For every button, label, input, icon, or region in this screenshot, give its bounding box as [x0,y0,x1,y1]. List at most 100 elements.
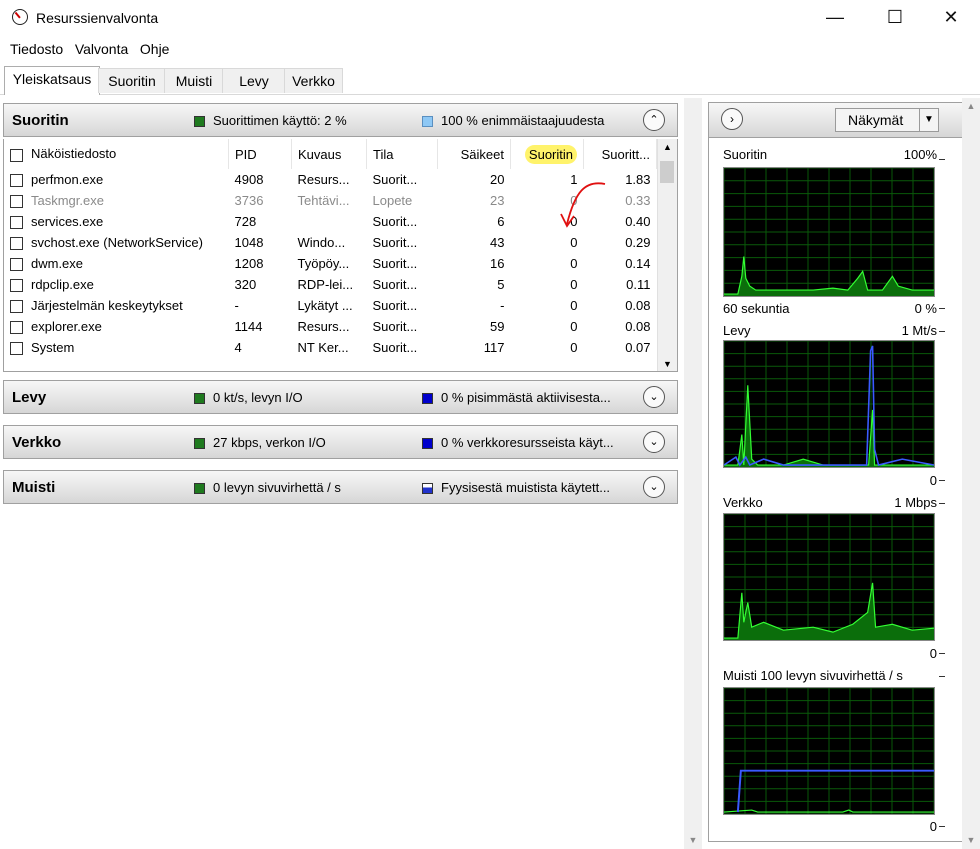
graphs-header: › Näkymät ▼ [709,103,963,138]
cell-status: Suorit... [372,277,418,292]
scroll-down-arrow-icon[interactable]: ▼ [658,356,677,371]
row-checkbox[interactable] [10,216,23,230]
column-header-description[interactable]: Kuvaus [291,139,367,169]
select-all-checkbox[interactable] [10,148,23,162]
row-checkbox[interactable] [10,258,23,272]
cell-avg-cpu: 0.14 [625,256,651,271]
column-header-avg-cpu[interactable]: Suoritt... [583,139,657,169]
cell-avg-cpu: 0.07 [625,340,651,355]
network-section-header[interactable]: Verkko 27 kbps, verkon I/O 0 % verkkores… [3,425,678,459]
cell-description: Resurs... [297,172,350,187]
cell-description: NT Ker... [297,340,349,355]
network-graph-max: 1 Mbps [894,495,937,510]
column-header-status[interactable]: Tila [366,139,438,169]
tab-cpu[interactable]: Suoritin [98,68,166,93]
cell-cpu: 0 [570,277,578,292]
cpu-graph-timespan: 60 sekuntia [723,301,790,316]
scroll-down-arrow-icon[interactable]: ▼ [962,835,980,845]
cell-pid: 320 [234,277,257,292]
cell-status: Suorit... [372,340,418,355]
expand-chevron-icon[interactable]: ⌄ [643,386,665,408]
table-row[interactable]: svchost.exe (NetworkService) 1048 Windo...… [4,232,657,253]
menu-file[interactable]: Tiedosto [10,38,63,60]
collapse-chevron-icon[interactable]: ⌃ [643,109,665,131]
scale-tick [939,308,945,309]
graphs-frame: › Näkymät ▼ Suoritin 100% 60 sekuntia 0 … [708,102,964,842]
cell-threads: 5 [497,277,505,292]
tab-memory[interactable]: Muisti [164,68,224,93]
cpu-usage-legend-swatch [194,116,205,127]
graphs-pane: › Näkymät ▼ Suoritin 100% 60 sekuntia 0 … [703,98,980,849]
views-dropdown-button[interactable]: Näkymät ▼ [835,108,939,132]
row-checkbox[interactable] [10,321,23,335]
expand-chevron-icon[interactable]: ⌄ [643,476,665,498]
cell-avg-cpu: 0.11 [626,277,651,292]
menu-bar: Tiedosto Valvonta Ohje [0,38,980,60]
process-table-scrollbar[interactable]: ▲ ▼ [657,139,677,371]
left-pane-scrollbar[interactable]: ▼ [684,98,702,849]
column-header-pid[interactable]: PID [228,139,292,169]
resource-monitor-icon [12,9,28,25]
row-checkbox[interactable] [10,300,23,314]
memory-section-header[interactable]: Muisti 0 levyn sivuvirhettä / s Fyysises… [3,470,678,504]
cpu-section-header[interactable]: Suoritin Suorittimen käyttö: 2 % 100 % e… [3,103,678,137]
table-row[interactable]: Järjestelmän keskeytykset - Lykätyt ... Suo… [4,295,657,316]
cell-pid: 3736 [234,193,264,208]
close-button[interactable]: ✕ [922,0,980,36]
cell-threads: 117 [483,340,505,355]
column-header-threads[interactable]: Säikeet [437,139,511,169]
collapse-graphs-chevron-icon[interactable]: › [721,108,743,130]
cell-threads: 16 [490,256,505,271]
column-header-image[interactable]: Näköistiedosto [4,139,229,169]
memory-graph-min: 0 [929,819,937,834]
tab-disk[interactable]: Levy [222,68,286,93]
maximize-button[interactable]: ☐ [866,0,924,36]
cell-avg-cpu: 0.08 [625,298,651,313]
cpu-usage-stat: Suorittimen käyttö: 2 % [213,113,347,128]
scroll-up-arrow-icon[interactable]: ▲ [962,98,980,114]
scale-tick [939,159,945,160]
minimize-button[interactable]: — [806,0,864,36]
cell-image-name: perfmon.exe [4,169,229,190]
disk-graph-min: 0 [929,473,937,488]
scroll-up-arrow-icon[interactable]: ▲ [658,139,677,155]
views-label: Näkymät [848,112,904,128]
tab-overview[interactable]: Yleiskatsaus [4,66,100,95]
table-row[interactable]: rdpclip.exe 320 RDP-lei... Suorit... 5 0 0.11 [4,274,657,295]
expand-chevron-icon[interactable]: ⌄ [643,431,665,453]
tab-network[interactable]: Verkko [284,68,343,93]
cell-description: Resurs... [297,319,350,334]
column-header-cpu[interactable]: Suoritin [510,139,584,169]
table-row[interactable]: dwm.exe 1208 Työpöy... Suorit... 16 0 0.14 [4,253,657,274]
cell-description: Windo... [297,235,346,250]
cell-description [292,211,367,232]
scale-tick [939,826,945,827]
memory-faults-legend-swatch [194,483,205,494]
row-checkbox[interactable] [10,279,23,293]
scroll-down-arrow-icon[interactable]: ▼ [684,835,702,845]
row-checkbox[interactable] [10,174,23,188]
cell-cpu: 0 [570,256,578,271]
window-title: Resurssienvalvonta [36,10,159,26]
network-usage-legend-swatch [422,438,433,449]
cpu-process-table: Näköistiedosto PID Kuvaus Tila Säikeet S… [3,139,678,372]
cell-pid: 1048 [234,235,264,250]
menu-monitor[interactable]: Valvonta [75,38,128,60]
disk-section-title: Levy [12,389,47,406]
row-checkbox[interactable] [10,342,23,356]
menu-help[interactable]: Ohje [140,38,170,60]
row-checkbox[interactable] [10,237,23,251]
cell-avg-cpu: 0.29 [625,235,651,250]
memory-faults-graph [723,687,935,815]
scrollbar-thumb[interactable] [660,161,674,183]
cell-pid: - [234,298,239,313]
table-row[interactable]: explorer.exe 1144 Resurs... Suorit... 59 0 0.0… [4,316,657,337]
disk-io-graph [723,340,935,468]
disk-section-header[interactable]: Levy 0 kt/s, levyn I/O 0 % pisimmästä ak… [3,380,678,414]
network-graph-min: 0 [929,646,937,661]
cpu-graph-min: 0 % [914,301,937,316]
table-row[interactable]: System 4 NT Ker... Suorit... 117 0 0.07 [4,337,657,358]
network-io-graph [723,513,935,641]
row-checkbox[interactable] [10,195,23,209]
graphs-scrollbar[interactable]: ▲ ▼ [962,98,980,849]
